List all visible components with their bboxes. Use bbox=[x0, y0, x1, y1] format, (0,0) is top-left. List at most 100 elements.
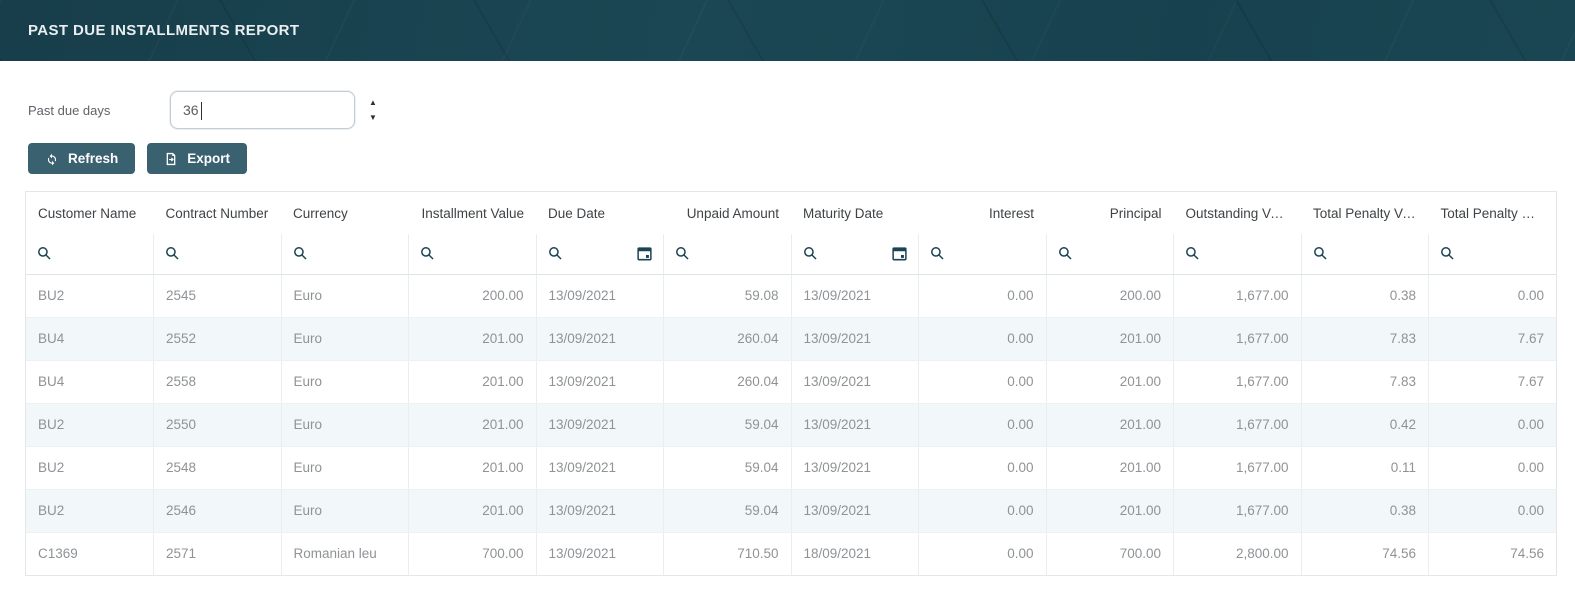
search-icon[interactable] bbox=[1058, 246, 1073, 261]
cell-unpaid-amount: 59.08 bbox=[663, 274, 791, 318]
filter-cell-contract-number[interactable] bbox=[153, 234, 281, 275]
search-icon[interactable] bbox=[675, 246, 690, 261]
installments-table: Customer Name Contract Number Currency Inst… bbox=[26, 192, 1556, 575]
cell-due-date: 13/09/2021 bbox=[535, 403, 664, 447]
page-title: PAST DUE INSTALLMENTS REPORT bbox=[28, 22, 300, 39]
refresh-button[interactable]: Refresh bbox=[28, 143, 136, 174]
filter-cell-total-penalty-val[interactable] bbox=[1300, 234, 1429, 275]
column-header-interest[interactable]: Interest bbox=[918, 192, 1046, 234]
filter-cell-total-penalty-un[interactable] bbox=[1428, 234, 1556, 275]
spinner-up-icon[interactable]: ▲ bbox=[369, 98, 377, 107]
cell-currency: Euro bbox=[280, 446, 409, 490]
filter-cell-unpaid-amount[interactable] bbox=[663, 234, 791, 275]
table-row[interactable]: BU2 2550 Euro 201.00 13/09/2021 59.04 13/09/20… bbox=[26, 403, 1556, 447]
column-header-currency[interactable]: Currency bbox=[281, 192, 409, 234]
cell-total-penalty-un: 7.67 bbox=[1428, 360, 1556, 404]
filter-cell-maturity-date[interactable] bbox=[790, 234, 919, 275]
cell-currency: Euro bbox=[280, 489, 409, 533]
spinner-down-icon[interactable]: ▼ bbox=[369, 113, 377, 122]
cell-outstanding-value: 1,677.00 bbox=[1173, 360, 1301, 404]
export-button[interactable]: Export bbox=[147, 143, 248, 174]
column-header-total-penalty-un[interactable]: Total Penalty Un… bbox=[1428, 192, 1556, 234]
column-header-installment-value[interactable]: Installment Value bbox=[408, 192, 536, 234]
table-row[interactable]: BU2 2545 Euro 200.00 13/09/2021 59.08 13/09/20… bbox=[26, 274, 1556, 318]
cell-installment-value: 201.00 bbox=[408, 317, 536, 361]
cell-installment-value: 201.00 bbox=[408, 489, 536, 533]
search-icon[interactable] bbox=[165, 246, 180, 261]
cell-contract-number: 2545 bbox=[153, 274, 281, 318]
search-icon[interactable] bbox=[293, 246, 308, 261]
search-icon[interactable] bbox=[803, 246, 818, 261]
cell-interest: 0.00 bbox=[918, 360, 1046, 404]
cell-interest: 0.00 bbox=[918, 489, 1046, 533]
cell-total-penalty-val: 74.56 bbox=[1300, 532, 1429, 575]
table-row[interactable]: BU2 2546 Euro 201.00 13/09/2021 59.04 13/09/20… bbox=[26, 489, 1556, 533]
cell-due-date: 13/09/2021 bbox=[535, 446, 664, 490]
search-icon[interactable] bbox=[420, 246, 435, 261]
filter-cell-customer-name[interactable] bbox=[26, 234, 154, 275]
table-row[interactable]: BU4 2552 Euro 201.00 13/09/2021 260.04 13/09/2… bbox=[26, 317, 1556, 361]
cell-total-penalty-val: 0.38 bbox=[1300, 489, 1429, 533]
table-row[interactable]: C1369 2571 Romanian leu 700.00 13/09/2021 710… bbox=[26, 532, 1556, 575]
column-header-outstanding-value[interactable]: Outstanding Value bbox=[1173, 192, 1301, 234]
cell-outstanding-value: 1,677.00 bbox=[1173, 274, 1301, 318]
filter-cell-due-date[interactable] bbox=[535, 234, 664, 275]
column-header-customer-name[interactable]: Customer Name bbox=[26, 192, 154, 234]
search-icon[interactable] bbox=[1313, 246, 1328, 261]
past-due-days-input-box bbox=[170, 91, 355, 129]
cell-total-penalty-val: 0.42 bbox=[1300, 403, 1429, 447]
cell-outstanding-value: 1,677.00 bbox=[1173, 403, 1301, 447]
cell-installment-value: 700.00 bbox=[408, 532, 536, 575]
column-header-total-penalty-val[interactable]: Total Penalty Val… bbox=[1301, 192, 1429, 234]
cell-contract-number: 2571 bbox=[153, 532, 281, 575]
filter-cell-installment-value[interactable] bbox=[408, 234, 536, 275]
filter-cell-outstanding-value[interactable] bbox=[1173, 234, 1301, 275]
filter-cell-interest[interactable] bbox=[918, 234, 1046, 275]
cell-currency: Euro bbox=[280, 360, 409, 404]
filter-cell-principal[interactable] bbox=[1045, 234, 1174, 275]
cell-total-penalty-val: 7.83 bbox=[1300, 317, 1429, 361]
toolbar: Refresh Export bbox=[28, 143, 1575, 174]
column-header-unpaid-amount[interactable]: Unpaid Amount bbox=[663, 192, 791, 234]
search-icon[interactable] bbox=[37, 246, 52, 261]
cell-customer-name: BU2 bbox=[26, 489, 154, 533]
cell-customer-name: BU4 bbox=[26, 317, 154, 361]
cell-principal: 700.00 bbox=[1045, 532, 1174, 575]
cell-total-penalty-un: 0.00 bbox=[1428, 274, 1556, 318]
cell-contract-number: 2558 bbox=[153, 360, 281, 404]
cell-principal: 201.00 bbox=[1045, 489, 1174, 533]
cell-currency: Romanian leu bbox=[280, 532, 409, 575]
cell-unpaid-amount: 260.04 bbox=[663, 360, 791, 404]
cell-maturity-date: 13/09/2021 bbox=[790, 317, 919, 361]
cell-interest: 0.00 bbox=[918, 317, 1046, 361]
export-button-label: Export bbox=[187, 151, 231, 166]
cell-unpaid-amount: 59.04 bbox=[663, 403, 791, 447]
column-header-principal[interactable]: Principal bbox=[1046, 192, 1174, 234]
calendar-icon[interactable] bbox=[892, 246, 907, 261]
column-header-contract-number[interactable]: Contract Number bbox=[153, 192, 281, 234]
cell-maturity-date: 13/09/2021 bbox=[790, 446, 919, 490]
cell-customer-name: BU2 bbox=[26, 446, 154, 490]
past-due-days-field: Past due days ▲ ▼ bbox=[28, 91, 1575, 129]
installments-grid-container: Customer Name Contract Number Currency Inst… bbox=[25, 191, 1557, 576]
search-icon[interactable] bbox=[1440, 246, 1455, 261]
table-row[interactable]: BU2 2548 Euro 201.00 13/09/2021 59.04 13/09/20… bbox=[26, 446, 1556, 490]
filter-cell-currency[interactable] bbox=[280, 234, 409, 275]
cell-maturity-date: 13/09/2021 bbox=[790, 274, 919, 318]
column-header-due-date[interactable]: Due Date bbox=[536, 192, 664, 234]
cell-outstanding-value: 2,800.00 bbox=[1173, 532, 1301, 575]
cell-interest: 0.00 bbox=[918, 274, 1046, 318]
cell-customer-name: BU2 bbox=[26, 403, 154, 447]
table-row[interactable]: BU4 2558 Euro 201.00 13/09/2021 260.04 13/09/2… bbox=[26, 360, 1556, 404]
search-icon[interactable] bbox=[548, 246, 563, 261]
column-header-maturity-date[interactable]: Maturity Date bbox=[791, 192, 919, 234]
past-due-days-input[interactable] bbox=[171, 92, 354, 128]
calendar-icon[interactable] bbox=[637, 246, 652, 261]
cell-total-penalty-un: 0.00 bbox=[1428, 403, 1556, 447]
cell-currency: Euro bbox=[280, 274, 409, 318]
cell-due-date: 13/09/2021 bbox=[535, 317, 664, 361]
search-icon[interactable] bbox=[1185, 246, 1200, 261]
search-icon[interactable] bbox=[930, 246, 945, 261]
cell-total-penalty-val: 0.38 bbox=[1300, 274, 1429, 318]
cell-installment-value: 200.00 bbox=[408, 274, 536, 318]
